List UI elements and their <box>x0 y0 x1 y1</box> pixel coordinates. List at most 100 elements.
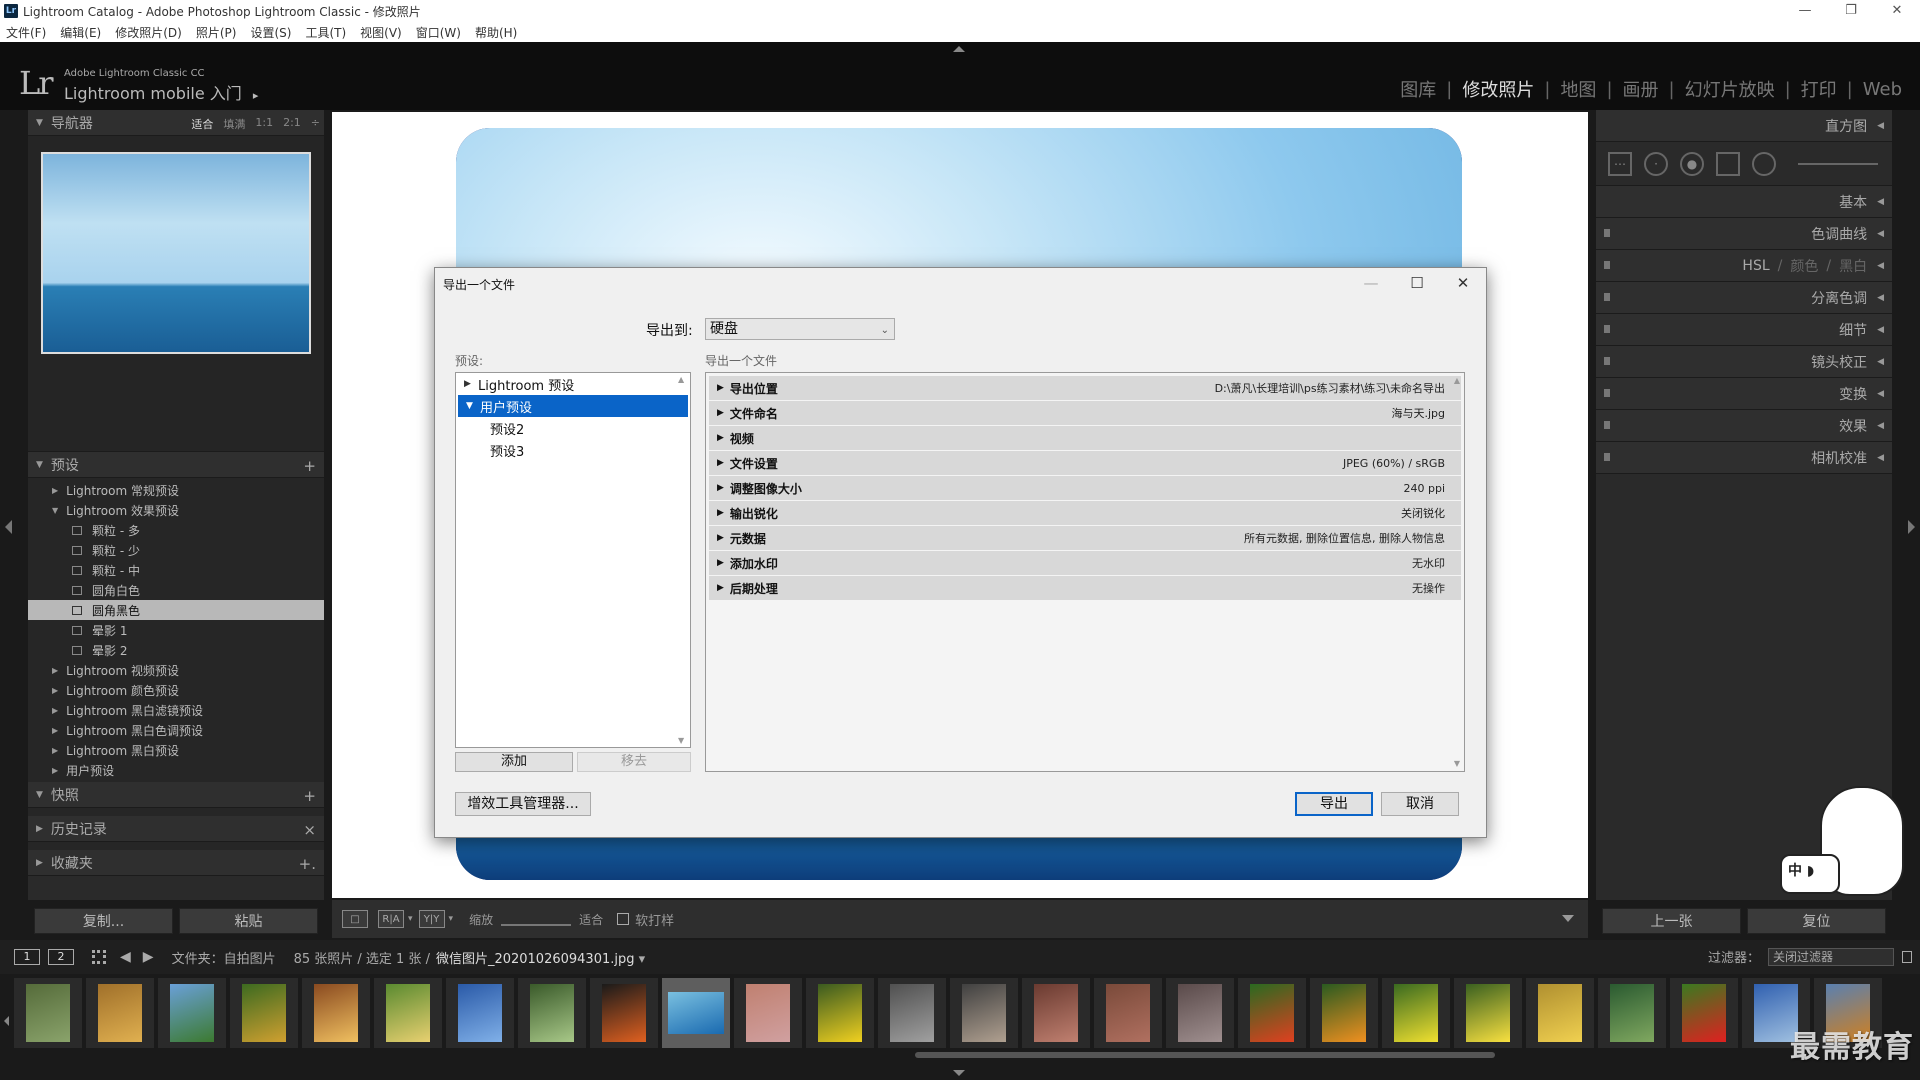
hsl-header[interactable]: HSL / 颜色 / 黑白 ◀ <box>1596 250 1892 282</box>
basic-header[interactable]: 基本 ◀ <box>1596 186 1892 218</box>
filmstrip-scrollbar[interactable] <box>915 1052 1495 1058</box>
preset-folder[interactable]: ▶ Lightroom 黑白滤镜预设 <box>28 700 324 720</box>
filmstrip-left-arrow-icon[interactable] <box>4 1016 9 1026</box>
brush-tool-slider[interactable] <box>1798 162 1878 165</box>
filmstrip-thumbnail[interactable] <box>1310 978 1378 1048</box>
before-after-button[interactable]: R|A <box>378 910 404 928</box>
close-button[interactable]: ✕ <box>1874 0 1920 22</box>
add-snapshot-icon[interactable]: + <box>303 787 316 805</box>
filmstrip-thumbnail[interactable] <box>734 978 802 1048</box>
preset-folder[interactable]: ▶ Lightroom 颜色预设 <box>28 680 324 700</box>
preset-item[interactable]: 颗粒 - 少 <box>28 540 324 560</box>
add-collection-icon[interactable]: +. <box>299 855 316 873</box>
toolbar-menu-icon[interactable] <box>1562 915 1574 922</box>
export-section[interactable]: ▶ 后期处理 无操作 <box>709 576 1461 600</box>
maximize-button[interactable]: ❐ <box>1828 0 1874 22</box>
zoom-more[interactable]: ÷ <box>311 116 320 132</box>
filmstrip-thumbnail[interactable] <box>158 978 226 1048</box>
panel-switch-icon[interactable] <box>1604 421 1610 429</box>
copy-button[interactable]: 复制... <box>34 908 173 934</box>
filmstrip-thumbnail[interactable] <box>86 978 154 1048</box>
panel-switch-icon[interactable] <box>1604 229 1610 237</box>
scroll-down-icon[interactable]: ▼ <box>1454 759 1460 768</box>
before-after-swap-button[interactable]: Y|Y <box>418 910 445 928</box>
crop-tool-icon[interactable]: ⋯ <box>1608 151 1632 176</box>
preset-folder[interactable]: ▼ Lightroom 效果预设 <box>28 500 324 520</box>
collapse-right-arrow-icon[interactable] <box>1908 520 1915 534</box>
panel-switch-icon[interactable] <box>1604 453 1610 461</box>
lens-header[interactable]: 镜头校正 ◀ <box>1596 346 1892 378</box>
add-preset-icon[interactable]: + <box>303 457 316 475</box>
preset-folder[interactable]: ▶ Lightroom 黑白色调预设 <box>28 720 324 740</box>
filmstrip-thumbnail[interactable] <box>1238 978 1306 1048</box>
filmstrip-thumbnail[interactable] <box>374 978 442 1048</box>
filmstrip-thumbnail[interactable] <box>1094 978 1162 1048</box>
menu-window[interactable]: 窗口(W) <box>416 24 461 41</box>
module-library[interactable]: 图库 <box>1390 76 1446 102</box>
menu-help[interactable]: 帮助(H) <box>475 24 517 41</box>
export-button[interactable]: 导出 <box>1295 792 1373 816</box>
preset-item[interactable]: 圆角白色 <box>28 580 324 600</box>
preset-item[interactable]: 颗粒 - 多 <box>28 520 324 540</box>
scroll-down-icon[interactable]: ▼ <box>678 736 684 745</box>
filmstrip-thumbnail[interactable] <box>302 978 370 1048</box>
menu-tools[interactable]: 工具(T) <box>305 24 346 41</box>
navigator-thumbnail[interactable] <box>41 152 311 354</box>
filmstrip-thumbnail[interactable] <box>950 978 1018 1048</box>
filmstrip-thumbnail[interactable] <box>1670 978 1738 1048</box>
forward-arrow-icon[interactable]: ▶ <box>143 949 154 965</box>
export-preset-folder[interactable]: ▶ Lightroom 预设 <box>456 373 690 395</box>
effects-header[interactable]: 效果 ◀ <box>1596 410 1892 442</box>
menu-settings[interactable]: 设置(S) <box>250 24 291 41</box>
collapse-top-arrow-icon[interactable] <box>953 46 965 52</box>
zoom-1-1[interactable]: 1:1 <box>255 116 273 132</box>
menu-view[interactable]: 视图(V) <box>360 24 402 41</box>
red-eye-tool-icon[interactable]: ● <box>1680 151 1704 176</box>
export-section[interactable]: ▶ 调整图像大小 240 ppi <box>709 476 1461 500</box>
module-map[interactable]: 地图 <box>1550 76 1606 102</box>
tone-curve-header[interactable]: 色调曲线 ◀ <box>1596 218 1892 250</box>
filmstrip-thumbnail[interactable] <box>1166 978 1234 1048</box>
menu-photo[interactable]: 照片(P) <box>196 24 237 41</box>
panel-switch-icon[interactable] <box>1604 389 1610 397</box>
grid-view-icon[interactable] <box>92 950 106 964</box>
filmstrip-thumbnail[interactable] <box>590 978 658 1048</box>
hsl-title[interactable]: HSL <box>1742 258 1769 274</box>
module-develop[interactable]: 修改照片 <box>1452 76 1544 102</box>
previous-button[interactable]: 上一张 <box>1602 908 1741 934</box>
filmstrip-thumbnail[interactable] <box>1454 978 1522 1048</box>
reset-button[interactable]: 复位 <box>1747 908 1886 934</box>
preset-folder[interactable]: ▶ 用户预设 <box>28 760 324 780</box>
preset-item[interactable]: 晕影 2 <box>28 640 324 660</box>
primary-window-button[interactable]: 1 <box>14 949 40 965</box>
filmstrip-thumbnail[interactable] <box>806 978 874 1048</box>
filmstrip-thumbnail[interactable] <box>1598 978 1666 1048</box>
preset-folder[interactable]: ▶ Lightroom 视频预设 <box>28 660 324 680</box>
add-preset-button[interactable]: 添加 <box>455 752 573 772</box>
export-section[interactable]: ▶ 文件设置 JPEG (60%) / sRGB <box>709 451 1461 475</box>
current-filename[interactable]: 微信图片_20201026094301.jpg ▾ <box>436 948 645 967</box>
radial-filter-tool-icon[interactable] <box>1752 151 1776 176</box>
filmstrip-thumbnail[interactable] <box>662 978 730 1048</box>
lock-icon[interactable] <box>1902 950 1912 963</box>
scroll-up-icon[interactable]: ▲ <box>1454 376 1460 385</box>
detail-header[interactable]: 细节 ◀ <box>1596 314 1892 346</box>
module-print[interactable]: 打印 <box>1791 76 1847 102</box>
loupe-view-button[interactable]: □ <box>342 910 368 928</box>
zoom-fit[interactable]: 适合 <box>191 116 213 132</box>
minimize-button[interactable]: — <box>1782 0 1828 22</box>
transform-header[interactable]: 变换 ◀ <box>1596 378 1892 410</box>
export-preset-item[interactable]: 预设3 <box>456 439 690 461</box>
split-tone-header[interactable]: 分离色调 ◀ <box>1596 282 1892 314</box>
filter-select[interactable]: 关闭过滤器 <box>1768 947 1894 966</box>
panel-switch-icon[interactable] <box>1604 261 1610 269</box>
export-to-select[interactable]: 硬盘 ⌄ <box>705 318 895 340</box>
preset-item[interactable]: 颗粒 - 中 <box>28 560 324 580</box>
bw-title[interactable]: 黑白 <box>1839 256 1867 276</box>
filmstrip-thumbnail[interactable] <box>1022 978 1090 1048</box>
export-section[interactable]: ▶ 元数据 所有元数据, 删除位置信息, 删除人物信息 <box>709 526 1461 550</box>
history-header[interactable]: ▶ 历史记录 × <box>28 816 324 842</box>
presets-header[interactable]: ▼ 预设 + <box>28 452 324 478</box>
chevron-down-icon[interactable]: ▾ <box>408 914 413 924</box>
export-preset-folder[interactable]: ▼ 用户预设 <box>458 395 688 417</box>
